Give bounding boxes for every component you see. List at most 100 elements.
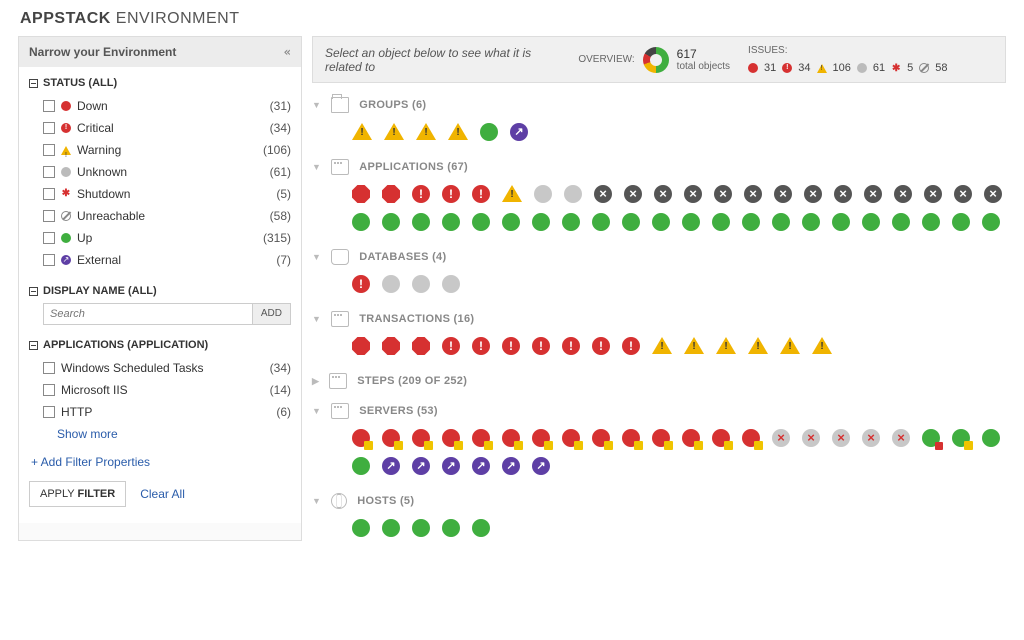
category-header[interactable]: ▼ HOSTS (5) bbox=[312, 493, 1006, 509]
status-critical-icon[interactable]: ! bbox=[592, 337, 610, 355]
show-more-link[interactable]: Show more bbox=[29, 427, 291, 441]
status-down-icon[interactable] bbox=[382, 337, 400, 355]
status-down-icon[interactable] bbox=[352, 185, 370, 203]
status-external-icon[interactable]: ↗ bbox=[532, 457, 550, 475]
status-down-warn-icon[interactable] bbox=[412, 429, 430, 447]
checkbox[interactable] bbox=[43, 254, 55, 266]
status-critical-icon[interactable]: ! bbox=[472, 337, 490, 355]
status-down-warn-icon[interactable] bbox=[592, 429, 610, 447]
filter-row[interactable]: Microsoft IIS (14) bbox=[29, 379, 291, 401]
checkbox[interactable] bbox=[43, 406, 55, 418]
status-up-icon[interactable] bbox=[652, 213, 670, 231]
status-down-icon[interactable] bbox=[382, 185, 400, 203]
status-unreachable-icon[interactable]: × bbox=[684, 185, 702, 203]
filter-row[interactable]: ↗External (7) bbox=[29, 249, 291, 271]
status-warning-icon[interactable] bbox=[684, 337, 704, 354]
status-critical-icon[interactable]: ! bbox=[502, 337, 520, 355]
status-up-icon[interactable] bbox=[892, 213, 910, 231]
status-unreachable-icon[interactable]: × bbox=[774, 185, 792, 203]
status-external-icon[interactable]: ↗ bbox=[442, 457, 460, 475]
status-shutdown-icon[interactable]: × bbox=[832, 429, 850, 447]
status-up-icon[interactable] bbox=[382, 519, 400, 537]
filter-row[interactable]: HTTP (6) bbox=[29, 401, 291, 423]
collapse-box-icon[interactable] bbox=[29, 287, 38, 296]
filter-row[interactable]: Unreachable (58) bbox=[29, 205, 291, 227]
category-header[interactable]: ▼ DATABASES (4) bbox=[312, 249, 1006, 265]
status-warning-icon[interactable] bbox=[502, 185, 522, 202]
status-external-icon[interactable]: ↗ bbox=[472, 457, 490, 475]
status-warning-icon[interactable] bbox=[748, 337, 768, 354]
filter-row[interactable]: ✱Shutdown (5) bbox=[29, 183, 291, 205]
status-up-icon[interactable] bbox=[772, 213, 790, 231]
category-header[interactable]: ▼ SERVERS (53) bbox=[312, 403, 1006, 419]
add-button[interactable]: ADD bbox=[253, 303, 291, 325]
status-up-icon[interactable] bbox=[862, 213, 880, 231]
status-up-crit-icon[interactable] bbox=[922, 429, 940, 447]
chevron-icon[interactable]: ▼ bbox=[312, 100, 321, 110]
status-up-icon[interactable] bbox=[442, 213, 460, 231]
status-critical-icon[interactable]: ! bbox=[622, 337, 640, 355]
status-warning-icon[interactable] bbox=[352, 123, 372, 140]
status-down-warn-icon[interactable] bbox=[682, 429, 700, 447]
checkbox[interactable] bbox=[43, 188, 55, 200]
checkbox[interactable] bbox=[43, 232, 55, 244]
category-header[interactable]: ▶ STEPS (209 OF 252) bbox=[312, 373, 1006, 389]
status-shutdown-icon[interactable]: × bbox=[802, 429, 820, 447]
status-critical-icon[interactable]: ! bbox=[442, 185, 460, 203]
status-critical-icon[interactable]: ! bbox=[472, 185, 490, 203]
filter-row[interactable]: Windows Scheduled Tasks (34) bbox=[29, 357, 291, 379]
status-external-icon[interactable]: ↗ bbox=[502, 457, 520, 475]
category-header[interactable]: ▼ TRANSACTIONS (16) bbox=[312, 311, 1006, 327]
status-critical-icon[interactable]: ! bbox=[562, 337, 580, 355]
status-up-icon[interactable] bbox=[382, 213, 400, 231]
status-shutdown-icon[interactable]: × bbox=[862, 429, 880, 447]
chevron-icon[interactable]: ▼ bbox=[312, 162, 321, 172]
status-shutdown-icon[interactable]: × bbox=[772, 429, 790, 447]
status-unknown-icon[interactable] bbox=[534, 185, 552, 203]
status-warning-icon[interactable] bbox=[780, 337, 800, 354]
status-down-warn-icon[interactable] bbox=[472, 429, 490, 447]
filter-row[interactable]: Up (315) bbox=[29, 227, 291, 249]
status-critical-icon[interactable]: ! bbox=[442, 337, 460, 355]
status-unknown-icon[interactable] bbox=[412, 275, 430, 293]
add-filter-properties-link[interactable]: + Add Filter Properties bbox=[29, 455, 291, 469]
status-up-icon[interactable] bbox=[982, 429, 1000, 447]
chevron-icon[interactable]: ▼ bbox=[312, 314, 321, 324]
status-up-icon[interactable] bbox=[802, 213, 820, 231]
status-down-warn-icon[interactable] bbox=[532, 429, 550, 447]
status-unknown-icon[interactable] bbox=[382, 275, 400, 293]
status-warning-icon[interactable] bbox=[416, 123, 436, 140]
status-up-icon[interactable] bbox=[412, 213, 430, 231]
status-up-icon[interactable] bbox=[742, 213, 760, 231]
status-unknown-icon[interactable] bbox=[442, 275, 460, 293]
status-up-icon[interactable] bbox=[562, 213, 580, 231]
status-unreachable-icon[interactable]: × bbox=[804, 185, 822, 203]
status-up-icon[interactable] bbox=[352, 213, 370, 231]
status-warning-icon[interactable] bbox=[652, 337, 672, 354]
status-up-icon[interactable] bbox=[682, 213, 700, 231]
status-down-warn-icon[interactable] bbox=[742, 429, 760, 447]
clear-all-link[interactable]: Clear All bbox=[140, 487, 185, 501]
collapse-icon[interactable]: « bbox=[284, 45, 291, 59]
chevron-icon[interactable]: ▶ bbox=[312, 376, 319, 387]
chevron-icon[interactable]: ▼ bbox=[312, 406, 321, 416]
status-down-warn-icon[interactable] bbox=[622, 429, 640, 447]
status-up-icon[interactable] bbox=[592, 213, 610, 231]
status-warning-icon[interactable] bbox=[384, 123, 404, 140]
category-header[interactable]: ▼ GROUPS (6) bbox=[312, 97, 1006, 113]
status-up-icon[interactable] bbox=[982, 213, 1000, 231]
status-down-warn-icon[interactable] bbox=[382, 429, 400, 447]
status-up-icon[interactable] bbox=[480, 123, 498, 141]
status-up-icon[interactable] bbox=[412, 519, 430, 537]
checkbox[interactable] bbox=[43, 144, 55, 156]
status-unreachable-icon[interactable]: × bbox=[954, 185, 972, 203]
status-up-icon[interactable] bbox=[472, 213, 490, 231]
status-unreachable-icon[interactable]: × bbox=[924, 185, 942, 203]
status-up-icon[interactable] bbox=[712, 213, 730, 231]
status-up-icon[interactable] bbox=[352, 519, 370, 537]
search-input[interactable] bbox=[43, 303, 253, 325]
status-up-warn-icon[interactable] bbox=[952, 429, 970, 447]
status-up-icon[interactable] bbox=[952, 213, 970, 231]
status-up-icon[interactable] bbox=[352, 457, 370, 475]
status-unreachable-icon[interactable]: × bbox=[834, 185, 852, 203]
